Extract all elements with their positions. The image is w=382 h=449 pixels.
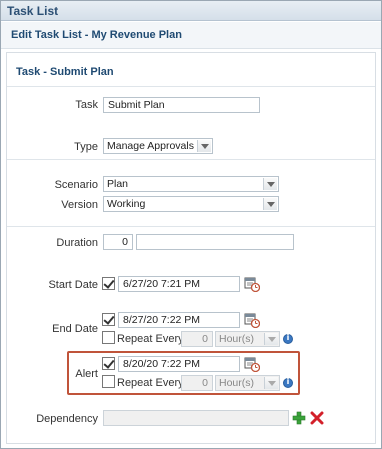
alert-repeat-label: Repeat Every <box>117 377 184 389</box>
window-titlebar: Task List <box>1 1 381 21</box>
end-date-repeat-input[interactable]: 0 <box>181 331 213 347</box>
calendar-clock-icon[interactable] <box>244 356 260 372</box>
alert-repeat-unit-value: Hour(s) <box>219 377 255 389</box>
version-select[interactable]: Working <box>103 196 279 212</box>
alert-repeat-unit-select[interactable]: Hour(s) <box>215 375 280 391</box>
start-date-checkbox[interactable] <box>102 277 115 290</box>
scenario-label: Scenario <box>54 179 98 191</box>
scenario-select-value: Plan <box>107 178 129 190</box>
chevron-down-icon[interactable] <box>263 198 277 210</box>
start-date-input[interactable]: 6/27/20 7:21 PM <box>118 276 240 292</box>
calendar-clock-icon[interactable] <box>244 312 260 328</box>
end-date-checkbox[interactable] <box>102 313 115 326</box>
end-date-repeat-label: Repeat Every <box>117 333 184 345</box>
calendar-clock-icon[interactable] <box>244 276 260 292</box>
end-date-repeat-unit-value: Hour(s) <box>219 333 255 345</box>
end-date-repeat-unit-select[interactable]: Hour(s) <box>215 331 280 347</box>
start-date-label: Start Date <box>48 279 98 291</box>
end-date-repeat-checkbox[interactable] <box>102 331 115 344</box>
divider <box>7 86 375 87</box>
scenario-select[interactable]: Plan <box>103 176 279 192</box>
alert-label: Alert <box>75 368 98 380</box>
divider <box>7 226 375 227</box>
chevron-down-icon[interactable] <box>197 140 211 152</box>
end-date-input[interactable]: 8/27/20 7:22 PM <box>118 312 240 328</box>
dependency-label: Dependency <box>36 413 98 425</box>
duration-unit-field[interactable] <box>136 234 294 250</box>
task-label: Task <box>75 99 98 111</box>
add-icon[interactable] <box>292 411 306 425</box>
info-icon[interactable] <box>283 377 293 388</box>
chevron-down-icon[interactable] <box>263 178 277 190</box>
alert-date-input[interactable]: 8/20/20 7:22 PM <box>118 356 240 372</box>
section-title: Task - Submit Plan <box>16 66 114 78</box>
chevron-down-icon[interactable] <box>264 377 278 389</box>
page-header: Edit Task List - My Revenue Plan <box>1 22 381 49</box>
type-select[interactable]: Manage Approvals <box>103 138 213 154</box>
duration-input[interactable]: 0 <box>103 234 133 250</box>
remove-icon[interactable] <box>310 411 324 425</box>
page-subtitle: Edit Task List - My Revenue Plan <box>11 29 182 41</box>
dependency-input[interactable] <box>103 410 289 426</box>
type-select-value: Manage Approvals <box>107 140 194 152</box>
end-date-label: End Date <box>52 323 98 335</box>
type-label: Type <box>74 141 98 153</box>
info-icon[interactable] <box>283 333 293 344</box>
duration-label: Duration <box>56 237 98 249</box>
divider <box>7 159 375 160</box>
alert-repeat-input[interactable]: 0 <box>181 375 213 391</box>
task-name-input[interactable]: Submit Plan <box>103 97 260 113</box>
window-title: Task List <box>7 4 59 18</box>
version-select-value: Working <box>107 198 146 210</box>
chevron-down-icon[interactable] <box>264 333 278 345</box>
alert-checkbox[interactable] <box>102 357 115 370</box>
version-label: Version <box>61 199 98 211</box>
alert-repeat-checkbox[interactable] <box>102 375 115 388</box>
